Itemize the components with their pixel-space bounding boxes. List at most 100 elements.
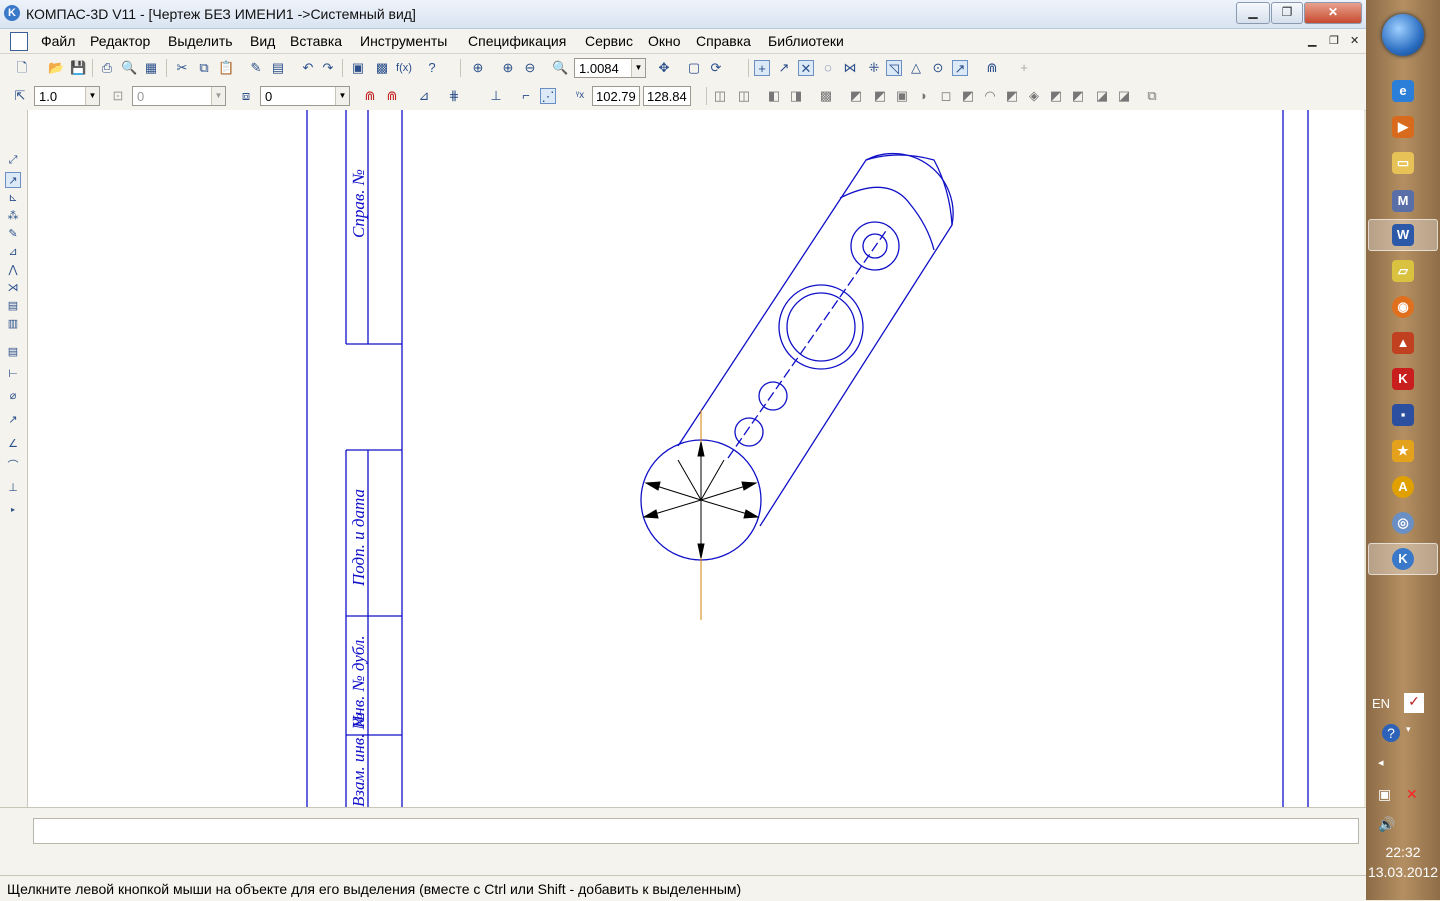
paste-icon[interactable]: 📋: [218, 60, 234, 76]
redo-icon[interactable]: ↷: [320, 60, 336, 76]
pan-icon[interactable]: ✥: [656, 60, 672, 76]
zoom-out-icon[interactable]: ⊖: [522, 60, 538, 76]
shape-icon-14[interactable]: ◪: [1116, 88, 1132, 104]
drawing-canvas[interactable]: Справ. № Подп. и дата Инв. № дубл. Взам.…: [28, 110, 1364, 807]
zoom-in-icon[interactable]: ⊕: [500, 60, 516, 76]
close-button[interactable]: ✕: [1304, 2, 1362, 24]
menu-tools[interactable]: Инструменты: [360, 33, 447, 49]
matlab-icon[interactable]: ▲: [1392, 332, 1414, 354]
open-file-icon[interactable]: 📂: [48, 60, 64, 76]
snap-grid-icon[interactable]: ⁜: [866, 60, 882, 76]
show-hidden-icons[interactable]: ◂: [1378, 756, 1384, 769]
zoom-window-icon[interactable]: ⊕: [470, 60, 486, 76]
select-mode-icon[interactable]: ⋊: [5, 280, 21, 296]
cube-icon-3[interactable]: ◧: [766, 88, 782, 104]
language-indicator[interactable]: EN: [1372, 696, 1390, 711]
menu-edit[interactable]: Редактор: [90, 33, 150, 49]
print-icon[interactable]: ⎙: [99, 60, 115, 76]
app-globe-icon[interactable]: ◎: [1392, 512, 1414, 534]
help-tray-icon[interactable]: ?: [1382, 724, 1400, 742]
expand-icon[interactable]: ▸: [5, 502, 21, 518]
menu-help[interactable]: Справка: [696, 33, 751, 49]
coord-y-field[interactable]: 128.84: [643, 86, 691, 106]
radius-dim-icon[interactable]: ↗: [5, 412, 21, 428]
menu-window[interactable]: Окно: [648, 33, 681, 49]
cube-icon-1[interactable]: ◫: [712, 88, 728, 104]
symbols-icon[interactable]: ⁂: [5, 208, 21, 224]
shape-icon-3[interactable]: ◩: [872, 88, 888, 104]
hatch-icon[interactable]: ▤: [5, 344, 21, 360]
minimize-button[interactable]: ▁: [1236, 2, 1270, 24]
diameter-dim-icon[interactable]: ⌀: [5, 388, 21, 404]
word-icon[interactable]: W: [1392, 224, 1414, 246]
shape-icon-13[interactable]: ◪: [1094, 88, 1110, 104]
print-preview-icon[interactable]: 🔍: [121, 60, 137, 76]
shape-icon-5[interactable]: ◗: [916, 88, 932, 104]
maximize-button[interactable]: ❐: [1271, 2, 1303, 24]
shape-icon-10[interactable]: ◈: [1026, 88, 1042, 104]
zoom-value-select[interactable]: 1.0084 ▼: [574, 58, 646, 78]
snap-angle-icon[interactable]: ◹: [886, 60, 902, 76]
variables-icon[interactable]: f(x): [396, 60, 412, 76]
layer-icon[interactable]: ⧈: [238, 88, 254, 104]
menu-view[interactable]: Вид: [250, 33, 275, 49]
cursor-step-icon[interactable]: ⇱: [12, 88, 28, 104]
save-icon[interactable]: 💾: [70, 60, 86, 76]
height-dim-icon[interactable]: ⊥: [5, 480, 21, 496]
kaspersky-icon[interactable]: K: [1392, 368, 1414, 390]
edit-icon[interactable]: ✎: [5, 226, 21, 242]
shape-icon-7[interactable]: ◩: [960, 88, 976, 104]
shape-icon-9[interactable]: ◩: [1004, 88, 1020, 104]
ortho-mode-icon[interactable]: ⌐: [518, 88, 534, 104]
start-button[interactable]: [1382, 14, 1424, 56]
network-icon[interactable]: ▣: [1378, 786, 1391, 803]
manager-icon[interactable]: ▣: [350, 60, 366, 76]
new-file-icon[interactable]: 🗋: [14, 60, 30, 76]
shape-icon-6[interactable]: ◻: [938, 88, 954, 104]
associative-view-icon[interactable]: ▤: [5, 298, 21, 314]
clock-date[interactable]: 13.03.2012: [1366, 864, 1440, 880]
undo-icon[interactable]: ↶: [300, 60, 316, 76]
snap-nearest-icon[interactable]: ↗: [776, 60, 792, 76]
firefox-icon[interactable]: ◉: [1392, 296, 1414, 318]
spec-icon[interactable]: ▥: [5, 316, 21, 332]
shape-icon-12[interactable]: ◩: [1070, 88, 1086, 104]
explorer-folder-icon[interactable]: ▭: [1392, 152, 1414, 174]
snap-point-icon[interactable]: +: [754, 60, 770, 76]
orthogonal-icon[interactable]: ⊿: [416, 88, 432, 104]
shape-icon-11[interactable]: ◩: [1048, 88, 1064, 104]
zoom-scale-icon[interactable]: 🔍: [552, 60, 568, 76]
shape-icon-1[interactable]: ▩: [818, 88, 834, 104]
ie-icon[interactable]: e: [1392, 80, 1414, 102]
command-input[interactable]: [33, 818, 1359, 844]
volume-icon[interactable]: 🔊: [1378, 816, 1395, 833]
round-icon[interactable]: ⋰: [540, 88, 556, 104]
linear-dim-icon[interactable]: ⊢: [5, 366, 21, 382]
kompas-taskbar-icon[interactable]: K: [1392, 548, 1414, 570]
dimensions-icon[interactable]: ⊾: [5, 190, 21, 206]
menu-insert[interactable]: Вставка: [290, 33, 342, 49]
snap-center-icon[interactable]: ⊙: [930, 60, 946, 76]
coord-x-field[interactable]: 102.79: [592, 86, 640, 106]
menu-specification[interactable]: Спецификация: [468, 33, 566, 49]
angle-select[interactable]: 0 ▼: [132, 86, 226, 106]
menu-libraries[interactable]: Библиотеки: [768, 33, 844, 49]
menu-file[interactable]: Файл: [41, 33, 75, 49]
snap-local-icon[interactable]: ↗: [952, 60, 968, 76]
local-cs-icon[interactable]: ⊥: [488, 88, 504, 104]
media-player-icon[interactable]: ▶: [1392, 116, 1414, 138]
kompas-logo-icon[interactable]: K: [4, 5, 20, 21]
app-star-icon[interactable]: ★: [1392, 440, 1414, 462]
refresh-icon[interactable]: ⟳: [708, 60, 724, 76]
shape-icon-15[interactable]: ⧉: [1144, 88, 1160, 104]
library-manager-icon[interactable]: ▩: [374, 60, 390, 76]
shape-icon-2[interactable]: ◩: [848, 88, 864, 104]
cut-icon[interactable]: ✂: [174, 60, 190, 76]
arc-dim-icon[interactable]: ⌒: [5, 458, 21, 474]
flag-icon[interactable]: ✕: [1406, 786, 1418, 803]
clock-time[interactable]: 22:32: [1366, 844, 1440, 860]
angle-dim-icon[interactable]: ∠: [5, 436, 21, 452]
save-app-icon[interactable]: ▪: [1392, 404, 1414, 426]
snap-options-icon[interactable]: +: [1016, 60, 1032, 76]
show-all-icon[interactable]: ▢: [686, 60, 702, 76]
